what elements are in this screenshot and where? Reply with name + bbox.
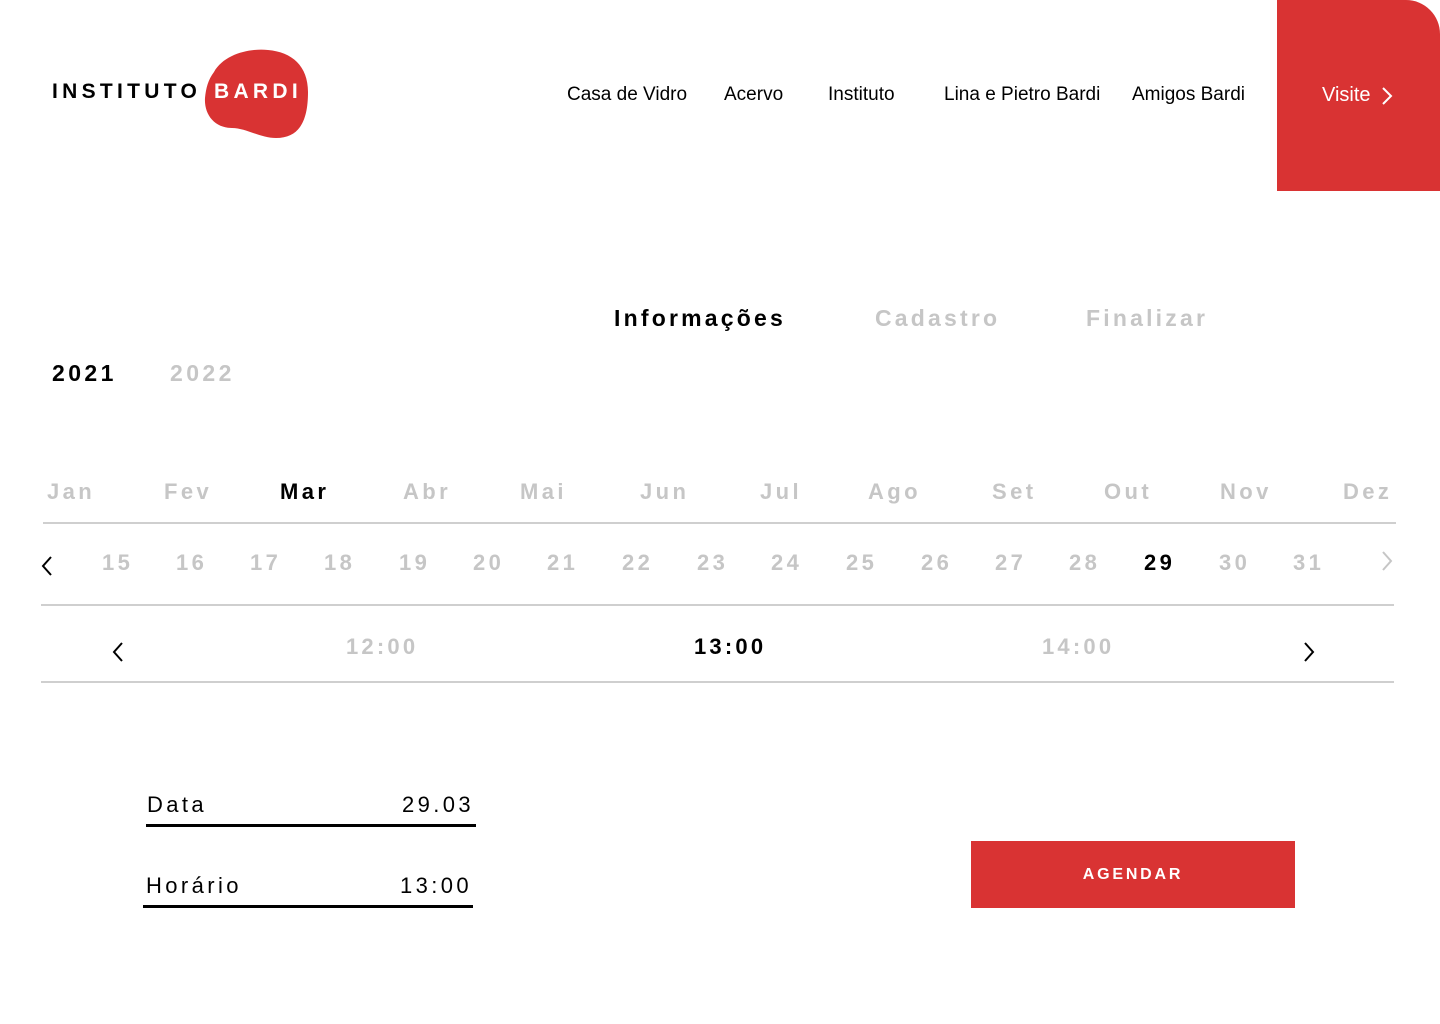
month-dez[interactable]: Dez (1343, 479, 1392, 505)
visit-button-label: Visite (1322, 84, 1371, 106)
days-prev-chevron-icon[interactable] (41, 556, 53, 576)
times-prev-chevron-icon[interactable] (112, 642, 124, 662)
summary-time-label: Horário (146, 873, 242, 898)
month-mar[interactable]: Mar (280, 479, 329, 505)
day-21[interactable]: 21 (547, 550, 578, 576)
brand-logo[interactable]: INSTITUTO BARDI (52, 46, 322, 142)
year-2021[interactable]: 2021 (52, 360, 117, 387)
year-2022[interactable]: 2022 (170, 360, 235, 387)
day-25[interactable]: 25 (846, 550, 877, 576)
month-nov[interactable]: Nov (1220, 479, 1272, 505)
month-row-divider (43, 522, 1396, 524)
summary-date-label: Data (147, 792, 208, 817)
day-23[interactable]: 23 (697, 550, 728, 576)
nav-item-casa-de-vidro[interactable]: Casa de Vidro (567, 84, 687, 106)
summary-date-underline (146, 824, 476, 827)
brand-name-part2: BARDI (214, 80, 302, 103)
nav-item-instituto[interactable]: Instituto (828, 84, 895, 106)
month-jun[interactable]: Jun (640, 479, 689, 505)
month-out[interactable]: Out (1104, 479, 1152, 505)
time-slot-1400[interactable]: 14:00 (1042, 634, 1114, 660)
day-row-divider (41, 604, 1394, 606)
time-slot-1200[interactable]: 12:00 (346, 634, 418, 660)
summary-date-value: 29.03 (401, 792, 474, 817)
day-28[interactable]: 28 (1069, 550, 1100, 576)
visit-button[interactable]: Visite (1277, 0, 1440, 191)
day-18[interactable]: 18 (324, 550, 355, 576)
step-finalizar: Finalizar (1086, 305, 1209, 331)
month-jul[interactable]: Jul (760, 479, 802, 505)
day-17[interactable]: 17 (250, 550, 281, 576)
day-29[interactable]: 29 (1144, 550, 1175, 576)
day-20[interactable]: 20 (473, 550, 504, 576)
nav-item-lina-e-pietro-bardi[interactable]: Lina e Pietro Bardi (944, 84, 1100, 106)
nav-item-acervo[interactable]: Acervo (724, 84, 783, 106)
chevron-right-icon (1382, 87, 1393, 105)
step-cadastro: Cadastro (875, 305, 1001, 331)
day-27[interactable]: 27 (995, 550, 1026, 576)
agendar-button[interactable]: AGENDAR (971, 841, 1295, 908)
month-set[interactable]: Set (992, 479, 1036, 505)
month-fev[interactable]: Fev (164, 479, 212, 505)
step-informacoes: Informações (614, 305, 786, 331)
brand-name-part1: INSTITUTO (52, 80, 202, 103)
times-next-chevron-icon[interactable] (1303, 642, 1315, 662)
day-30[interactable]: 30 (1219, 550, 1250, 576)
month-abr[interactable]: Abr (403, 479, 451, 505)
days-next-chevron-icon[interactable] (1381, 551, 1393, 571)
month-mai[interactable]: Mai (520, 479, 567, 505)
nav-item-amigos-bardi[interactable]: Amigos Bardi (1132, 84, 1245, 106)
day-31[interactable]: 31 (1293, 550, 1324, 576)
month-jan[interactable]: Jan (47, 479, 95, 505)
summary-time-value: 13:00 (399, 873, 472, 898)
day-22[interactable]: 22 (622, 550, 653, 576)
day-26[interactable]: 26 (921, 550, 952, 576)
day-24[interactable]: 24 (771, 550, 802, 576)
day-19[interactable]: 19 (399, 550, 430, 576)
summary-time-underline (143, 905, 473, 908)
day-16[interactable]: 16 (176, 550, 207, 576)
time-slot-1300[interactable]: 13:00 (694, 634, 766, 660)
time-row-divider (41, 681, 1394, 683)
month-ago[interactable]: Ago (868, 479, 921, 505)
day-15[interactable]: 15 (102, 550, 133, 576)
